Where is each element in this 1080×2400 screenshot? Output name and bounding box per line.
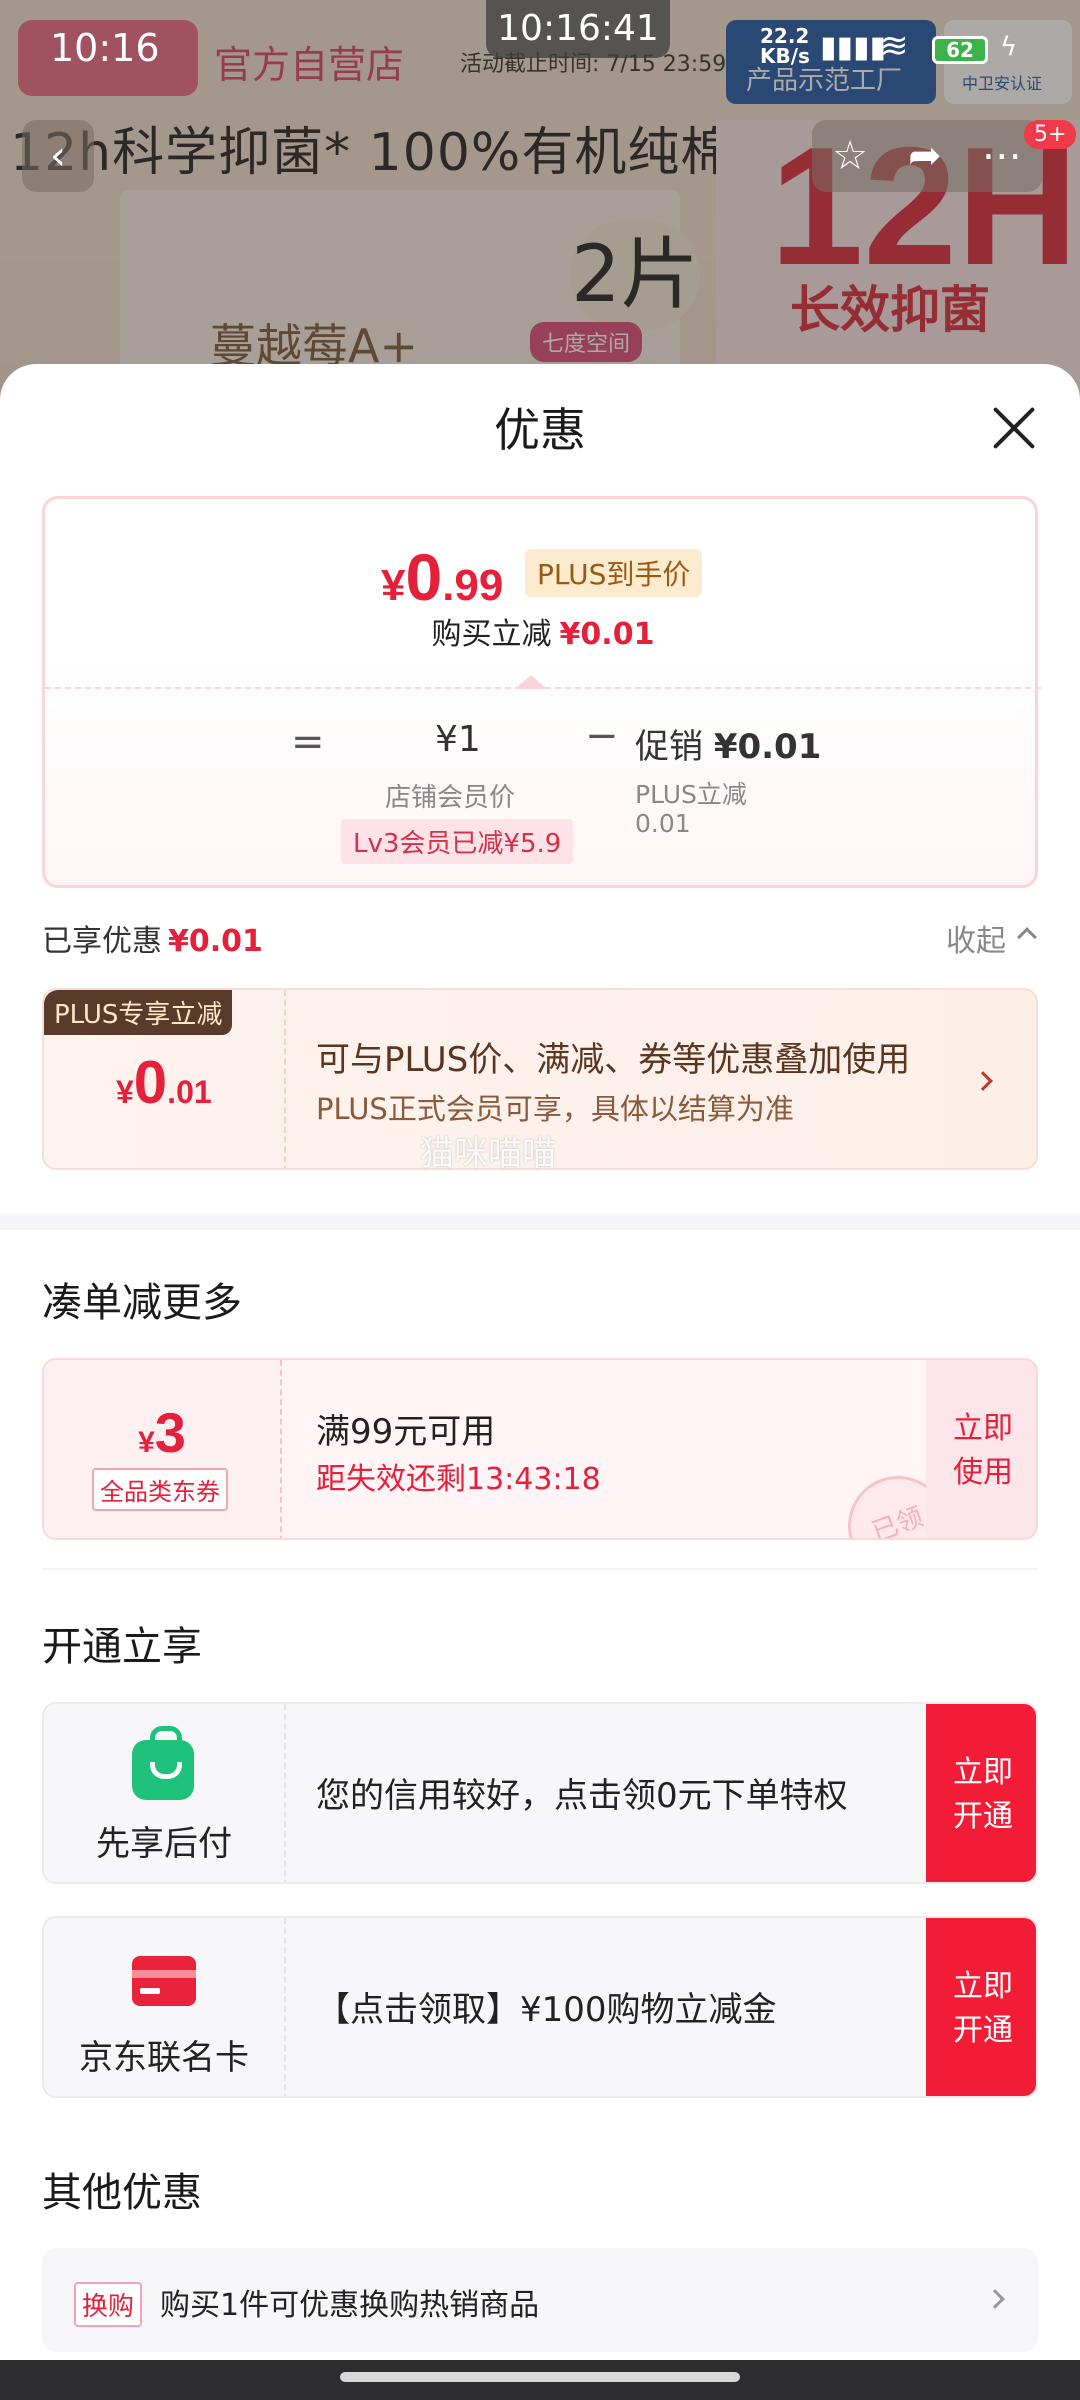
final-price-currency: ¥ [381, 561, 406, 610]
co-brand-card-open-label-2: 开通 [953, 2013, 1013, 2048]
net-speed: 22.2 KB/s [760, 26, 810, 66]
coupon-condition: 满99元可用 [316, 1412, 496, 1452]
use-coupon-label-1: 立即 [953, 1411, 1013, 1446]
pay-later-divider [284, 1704, 286, 1882]
pay-later-name: 先享后付 [96, 1824, 232, 1864]
purchase-cut: 购买立减 ¥0.01 [45, 609, 1041, 653]
minus-sign: − [585, 713, 619, 759]
notification-badge: 5+ [1024, 120, 1077, 149]
shopping-bag-icon [132, 1726, 194, 1800]
co-brand-card-open-button[interactable]: 立即 开通 [926, 1918, 1036, 2096]
co-brand-card-divider [284, 1918, 286, 2096]
chevron-right-icon [973, 1071, 993, 1091]
watermark: 猫咪喵喵 [420, 1134, 556, 1174]
enjoyed-label: 已享优惠 [42, 924, 162, 959]
plus-price-tag: PLUS到手价 [525, 549, 703, 597]
floating-clock: 10:16:41 [486, 0, 670, 58]
coupon-card[interactable]: ¥3 全品类东券 满99元可用 距失效还剩13:43:18 已领 立即 使用 [42, 1358, 1038, 1540]
plus-offer-note: PLUS正式会员可享，具体以结算为准 [316, 1092, 794, 1126]
home-indicator[interactable] [340, 2372, 740, 2382]
charging-icon: ϟ [1000, 32, 1018, 62]
credit-card-icon [132, 1956, 196, 2006]
use-coupon-label-2: 使用 [953, 1455, 1013, 1490]
co-brand-card-text: 【点击领取】¥100购物立减金 [316, 1990, 777, 2030]
signal-icon: ▮▮▮▮ [820, 30, 887, 65]
pay-later-open-label-2: 开通 [953, 1799, 1013, 1834]
section-title-more: 凑单减更多 [42, 1280, 242, 1326]
close-icon[interactable] [990, 404, 1038, 452]
more-icon[interactable]: ⋯ [982, 133, 1022, 179]
promo-discount: 促销 ¥0.01 [635, 719, 821, 768]
chevron-left-icon: ‹ [50, 133, 66, 179]
chevron-up-icon[interactable] [1017, 927, 1037, 947]
member-price: ¥1 [435, 719, 481, 760]
plus-offer-integer: 0 [133, 1049, 168, 1116]
pay-later-open-label-1: 立即 [953, 1755, 1013, 1790]
trade-in-offer-row[interactable]: 换购 购买1件可优惠换购热销商品 [42, 2248, 1038, 2352]
plus-cut-value: 0.01 [635, 809, 691, 838]
status-bar: 10:16 10:16:41 22.2 KB/s ▮▮▮▮ ≋ 62 ϟ [0, 0, 1080, 70]
star-icon[interactable]: ☆ [832, 133, 868, 179]
coupon-amount: ¥3 [44, 1400, 280, 1465]
co-brand-card-name: 京东联名卡 [79, 2038, 249, 2078]
plus-offer-tag: PLUS专享立减 [44, 990, 233, 1035]
chevron-right-icon [985, 2289, 1005, 2309]
plus-offer-currency: ¥ [116, 1074, 134, 1110]
coupon-type: 全品类东券 [92, 1468, 228, 1511]
final-price-integer: 0 [405, 540, 443, 614]
divider [42, 1568, 1038, 1570]
status-time: 10:16 [50, 26, 160, 70]
final-price-decimal: .99 [442, 561, 504, 610]
plus-offer-amount: ¥0.01 [116, 1048, 212, 1117]
co-brand-card-offer[interactable]: 京东联名卡 【点击领取】¥100购物立减金 立即 开通 [42, 1916, 1038, 2098]
use-coupon-button[interactable]: 立即 使用 [926, 1360, 1036, 1538]
battery-icon: 62 [932, 36, 988, 64]
back-button[interactable]: ‹ [22, 120, 94, 192]
coupon-currency: ¥ [138, 1426, 155, 1459]
trade-in-tag: 换购 [74, 2282, 143, 2327]
sheet-title: 优惠 [494, 403, 586, 457]
card-notch [515, 675, 547, 689]
trade-in-text: 购买1件可优惠换购热销商品 [160, 2288, 540, 2323]
purchase-cut-label: 购买立减 [431, 617, 552, 652]
section-title-open: 开通立享 [42, 1624, 202, 1670]
section-title-other: 其他优惠 [42, 2170, 202, 2216]
pay-later-left: 先享后付 [44, 1704, 284, 1882]
collapse-button[interactable]: 收起 [946, 916, 1006, 960]
plus-offer-divider [284, 990, 286, 1168]
coupon-countdown: 距失效还剩13:43:18 [316, 1462, 601, 1497]
final-price: ¥0.99 [381, 539, 503, 615]
promo-amount: ¥0.01 [713, 727, 822, 767]
net-speed-unit: KB/s [760, 44, 810, 68]
wifi-icon: ≋ [880, 26, 909, 66]
co-brand-card-open-label-1: 立即 [953, 1969, 1013, 2004]
equals-sign: = [291, 719, 325, 765]
section-gap [0, 1214, 1080, 1230]
plus-offer-decimal: .01 [167, 1074, 212, 1110]
co-brand-card-left: 京东联名卡 [44, 1918, 284, 2096]
purchase-cut-amount: ¥0.01 [559, 617, 655, 652]
lv3-discount-tag: Lv3会员已减¥5.9 [341, 819, 574, 864]
top-action-group: ☆ ➦ ⋯ [812, 120, 1042, 192]
enjoyed-amount: ¥0.01 [168, 924, 263, 959]
enjoyed-discount: 已享优惠 ¥0.01 [42, 916, 263, 960]
price-breakdown-card: ¥0.99 PLUS到手价 购买立减 ¥0.01 = ¥1 店铺会员价 Lv3会员… [42, 496, 1041, 888]
coupon-value: 3 [154, 1401, 186, 1464]
net-speed-value: 22.2 [760, 24, 810, 48]
plus-cut-label: PLUS立减 [635, 780, 747, 809]
discount-sheet: 优惠 ¥0.99 PLUS到手价 购买立减 ¥0.01 = ¥1 店铺会员价 Lv… [0, 364, 1080, 2364]
pay-later-text: 您的信用较好，点击领0元下单特权 [316, 1776, 848, 1816]
coupon-divider [280, 1360, 282, 1538]
share-icon[interactable]: ➦ [908, 133, 942, 179]
promo-label: 促销 [635, 727, 703, 767]
member-price-label: 店铺会员价 [385, 783, 516, 813]
pay-later-open-button[interactable]: 立即 开通 [926, 1704, 1036, 1882]
plus-offer-description: 可与PLUS价、满减、券等优惠叠加使用 [316, 1040, 911, 1080]
pay-later-card[interactable]: 先享后付 您的信用较好，点击领0元下单特权 立即 开通 [42, 1702, 1038, 1884]
